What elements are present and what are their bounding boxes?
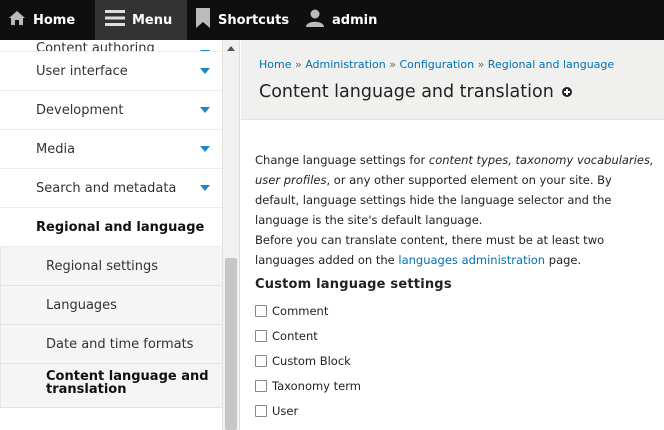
- breadcrumb-configuration-link[interactable]: Configuration: [399, 58, 474, 71]
- tray-subitem-label: Regional settings: [46, 258, 159, 274]
- content-checkbox[interactable]: [255, 329, 267, 342]
- tray-item-label: Media: [36, 141, 76, 157]
- tray-scrollbar[interactable]: [222, 40, 239, 430]
- checkbox-row-custom-block: Custom Block: [255, 348, 664, 373]
- menu-icon: [105, 9, 125, 31]
- chevron-down-icon[interactable]: [200, 185, 210, 191]
- admin-toolbar: Home Menu Shortcuts admin: [0, 0, 664, 40]
- description-text: Change language settings for: [255, 153, 429, 167]
- toolbar-menu-label: Menu: [132, 12, 173, 28]
- breadcrumb-regional-link[interactable]: Regional and language: [488, 58, 614, 71]
- comment-checkbox[interactable]: [255, 304, 267, 317]
- checkbox-row-content: Content: [255, 323, 664, 348]
- toolbar-user-tab[interactable]: admin: [297, 0, 387, 40]
- checkbox-label[interactable]: User: [272, 404, 298, 418]
- breadcrumb-separator: »: [389, 58, 396, 71]
- tray-subitem-regional-settings[interactable]: Regional settings: [0, 247, 222, 286]
- toolbar-home-link[interactable]: Home: [0, 0, 95, 40]
- toolbar-home-label: Home: [33, 12, 76, 28]
- chevron-down-icon[interactable]: [200, 107, 210, 113]
- checkbox-row-user: User: [255, 398, 664, 423]
- custom-language-settings-heading: Custom language settings: [255, 277, 452, 292]
- admin-menu-tray: Content authoring User interface Develop…: [0, 40, 240, 430]
- checkbox-row-taxonomy-term: Taxonomy term: [255, 373, 664, 398]
- breadcrumb-administration-link[interactable]: Administration: [305, 58, 386, 71]
- scrollbar-thumb[interactable]: [225, 258, 237, 430]
- page-header: Home » Administration » Configuration » …: [241, 40, 664, 120]
- toolbar-user-label: admin: [332, 12, 378, 28]
- toolbar-menu-tab[interactable]: Menu: [95, 0, 187, 40]
- scroll-up-arrow-icon[interactable]: [227, 46, 235, 51]
- tray-item-content-authoring[interactable]: Content authoring: [0, 40, 222, 52]
- tray-item-user-interface[interactable]: User interface: [0, 52, 222, 91]
- entity-checkbox-list: Comment Content Custom Block Taxonomy te…: [255, 298, 664, 423]
- description-text: page.: [545, 253, 582, 267]
- tray-item-development[interactable]: Development: [0, 91, 222, 130]
- bookmark-icon: [195, 8, 211, 32]
- tray-submenu: Regional settings Languages Date and tim…: [0, 247, 222, 408]
- tray-subitem-label: Content language and translation: [46, 369, 209, 397]
- breadcrumb-separator: »: [477, 58, 485, 71]
- tray-subitem-languages[interactable]: Languages: [0, 286, 222, 325]
- tray-subitem-label: Date and time formats: [46, 336, 194, 352]
- tray-subitem-date-and-time-formats[interactable]: Date and time formats: [0, 325, 222, 364]
- breadcrumb: Home » Administration » Configuration » …: [259, 58, 664, 71]
- breadcrumb-separator: »: [294, 58, 302, 71]
- checkbox-label[interactable]: Custom Block: [272, 354, 351, 368]
- toolbar-shortcuts-tab[interactable]: Shortcuts: [187, 0, 297, 40]
- checkbox-label[interactable]: Comment: [272, 304, 328, 318]
- toolbar-shortcuts-label: Shortcuts: [218, 12, 290, 28]
- custom-block-checkbox[interactable]: [255, 354, 267, 367]
- description-paragraph: Change language settings for content typ…: [255, 150, 655, 270]
- tray-item-label: Search and metadata: [36, 180, 177, 196]
- tray-subitem-content-language-and-translation[interactable]: Content language and translation: [0, 364, 222, 408]
- checkbox-label[interactable]: Content: [272, 329, 318, 343]
- tray-item-media[interactable]: Media: [0, 130, 222, 169]
- tray-item-search-and-metadata[interactable]: Search and metadata: [0, 169, 222, 208]
- languages-administration-link[interactable]: languages administration: [398, 253, 545, 267]
- tray-item-label: Development: [36, 102, 124, 118]
- main-content: Home » Administration » Configuration » …: [241, 40, 664, 430]
- chevron-down-icon[interactable]: [200, 68, 210, 74]
- chevron-down-icon[interactable]: [200, 146, 210, 152]
- checkbox-label[interactable]: Taxonomy term: [272, 379, 361, 393]
- breadcrumb-home-link[interactable]: Home: [259, 58, 291, 71]
- tray-item-label: User interface: [36, 63, 128, 79]
- home-icon: [8, 10, 26, 30]
- tray-menu-list: Content authoring User interface Develop…: [0, 40, 222, 408]
- tray-subitem-label: Languages: [46, 297, 117, 313]
- tray-item-regional-and-language[interactable]: Regional and language: [0, 208, 222, 247]
- tray-item-label: Content authoring: [36, 41, 155, 52]
- taxonomy-term-checkbox[interactable]: [255, 379, 267, 392]
- page-title: Content language and translation: [259, 82, 554, 102]
- page-title-row: Content language and translation: [259, 82, 664, 102]
- checkbox-row-comment: Comment: [255, 298, 664, 323]
- add-shortcut-plus-icon[interactable]: [561, 87, 572, 97]
- tray-item-label: Regional and language: [36, 219, 205, 235]
- settings-form: Change language settings for content typ…: [241, 120, 664, 423]
- user-checkbox[interactable]: [255, 404, 267, 417]
- user-icon: [305, 9, 325, 31]
